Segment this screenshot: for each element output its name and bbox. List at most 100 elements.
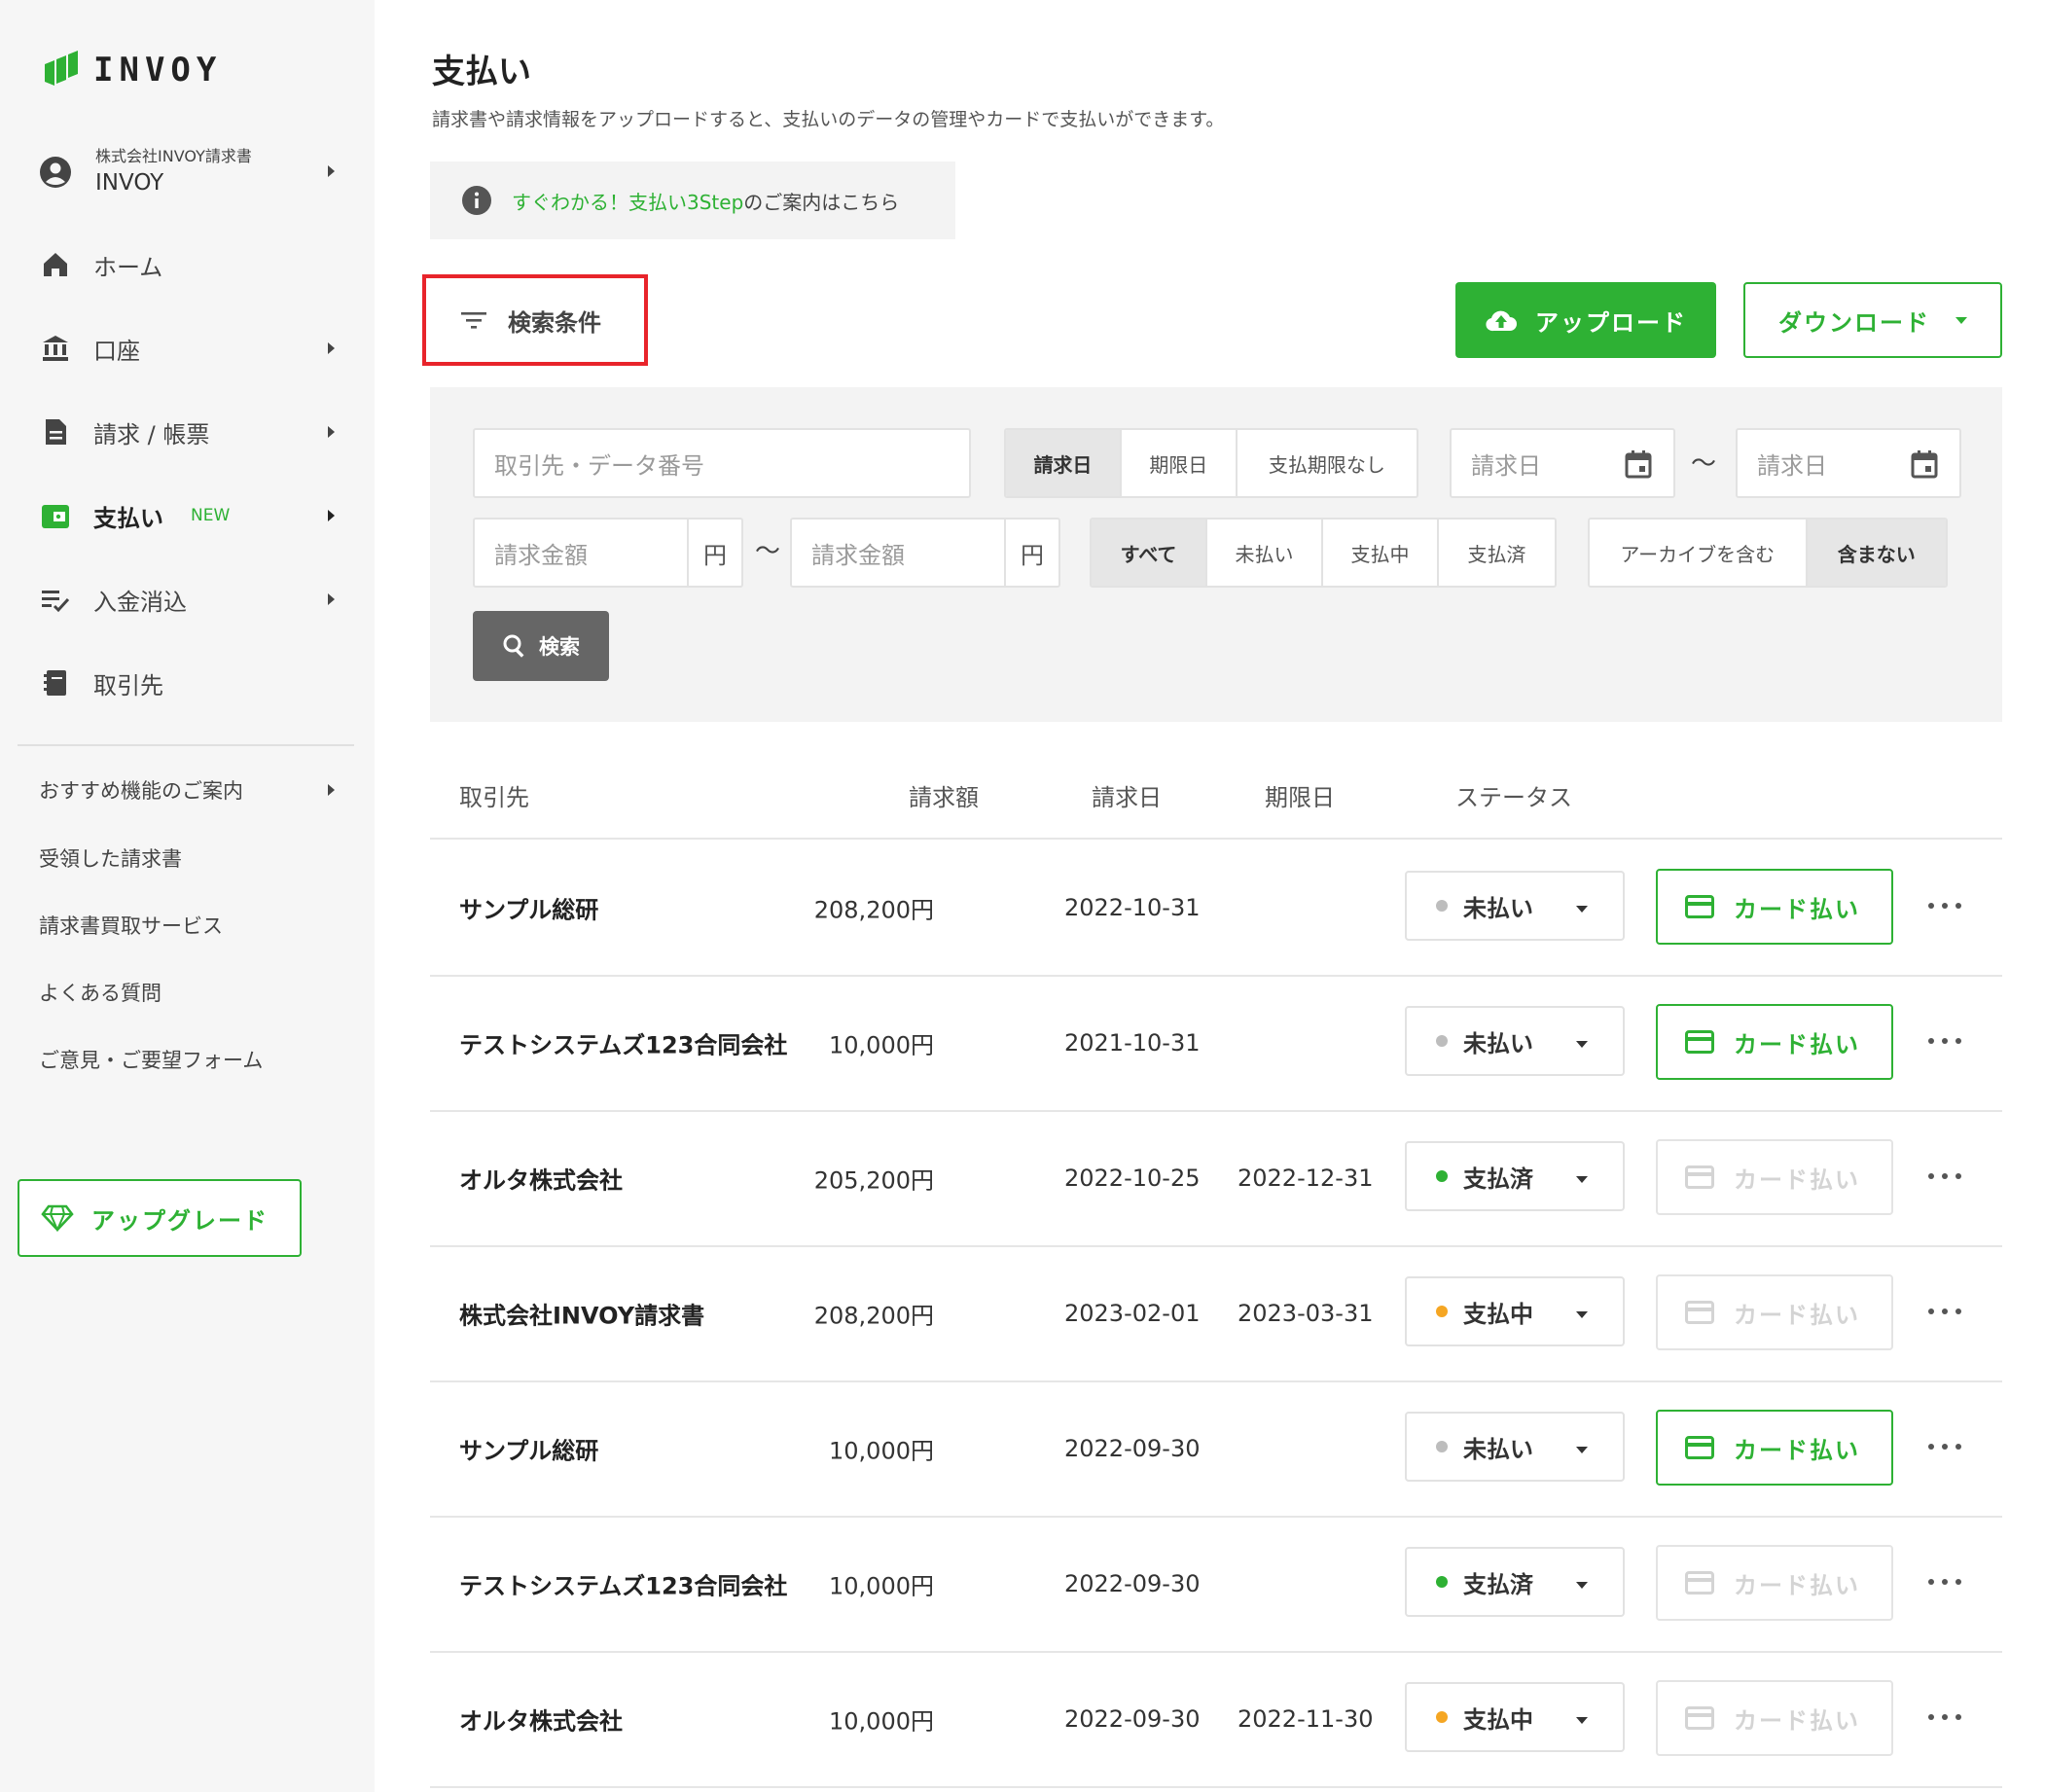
column-header-invoice-date[interactable]: 請求日: [1092, 778, 1162, 812]
upgrade-button[interactable]: アップグレード: [18, 1179, 302, 1257]
status-dropdown[interactable]: 支払中: [1405, 1682, 1625, 1752]
archive-option-include[interactable]: アーカイブを含む: [1590, 520, 1808, 586]
status-dot-icon: [1436, 1711, 1448, 1723]
upload-button[interactable]: アップロード: [1455, 282, 1716, 358]
chevron-down-icon: [1576, 1041, 1588, 1048]
sidebar-item-invoices[interactable]: 請求 / 帳票: [39, 405, 341, 459]
more-options-icon[interactable]: [1928, 1031, 1961, 1051]
filter-toggle-button[interactable]: 検索条件: [422, 274, 648, 366]
sidebar-link-faq[interactable]: よくある質問: [39, 973, 341, 1012]
sidebar-item-accounts[interactable]: 口座: [39, 321, 341, 376]
more-options-icon[interactable]: [1928, 1707, 1961, 1727]
page-title: 支払い: [432, 53, 531, 91]
card-pay-button[interactable]: カード払い: [1656, 869, 1893, 945]
upload-label: アップロード: [1535, 308, 1687, 337]
invoice-amount: 10,000円: [829, 1031, 934, 1058]
download-dropdown-button[interactable]: ダウンロード: [1743, 282, 2002, 358]
sidebar-item-home[interactable]: ホーム: [39, 237, 341, 292]
amount-to-input[interactable]: 請求金額 円: [790, 518, 1060, 588]
status-dropdown[interactable]: 支払済: [1405, 1141, 1625, 1211]
chevron-right-icon: [328, 593, 335, 605]
amount-from-input[interactable]: 請求金額 円: [473, 518, 743, 588]
column-header-due-date[interactable]: 期限日: [1265, 778, 1335, 812]
table-row[interactable]: オルタ株式会社 205,200円 2022-10-25 2022-12-31 支払済 カー…: [430, 1110, 2002, 1245]
chevron-down-icon: [1576, 1311, 1588, 1318]
company-name: 株式会社INVOY請求書: [95, 147, 252, 165]
table-row[interactable]: サンプル総研 208,200円 2022-10-31 未払い カード払い: [430, 840, 2002, 975]
more-options-icon[interactable]: [1928, 896, 1961, 915]
sidebar-item-partners[interactable]: 取引先: [39, 656, 341, 710]
status-option-paid[interactable]: 支払済: [1439, 520, 1555, 586]
status-option-unpaid[interactable]: 未払い: [1207, 520, 1323, 586]
partner-name[interactable]: オルタ株式会社: [459, 1702, 623, 1736]
column-header-partner[interactable]: 取引先: [459, 778, 529, 812]
home-icon: [39, 248, 72, 281]
credit-card-icon: [1685, 1571, 1714, 1595]
new-badge: NEW: [191, 506, 231, 525]
invoice-amount: 10,000円: [829, 1572, 934, 1599]
guide-link[interactable]: すぐわかる！支払い3Step: [512, 187, 743, 215]
guide-link-suffix: のご案内はこちら: [743, 190, 900, 214]
card-pay-button: カード払い: [1656, 1545, 1893, 1621]
table-row[interactable]: サンプル総研 10,000円 2022-09-30 未払い カード払い: [430, 1380, 2002, 1516]
more-options-icon[interactable]: [1928, 1166, 1961, 1186]
sidebar-link-factoring-service[interactable]: 請求書買取サービス: [39, 906, 341, 945]
card-pay-label: カード払い: [1734, 1436, 1860, 1464]
status-label: 未払い: [1463, 894, 1533, 922]
more-options-icon[interactable]: [1928, 1437, 1961, 1456]
sidebar-link-recommended-features[interactable]: おすすめ機能のご案内: [39, 771, 341, 809]
user-name: INVOY: [95, 170, 164, 196]
status-dropdown[interactable]: 支払中: [1405, 1276, 1625, 1346]
status-label: 支払中: [1463, 1300, 1533, 1328]
table-row[interactable]: テストシステムズ123合同会社 10,000円 2022-09-30 支払済 カード払い: [430, 1516, 2002, 1651]
status-dropdown[interactable]: 未払い: [1405, 871, 1625, 941]
credit-card-icon: [1685, 895, 1714, 918]
card-pay-label: カード払い: [1734, 1571, 1860, 1599]
table-row[interactable]: 株式会社INVOY請求書 208,200円 2023-02-01 2023-03-31…: [430, 1245, 2002, 1380]
partner-name[interactable]: サンプル総研: [459, 890, 598, 924]
date-to-input[interactable]: 請求日: [1736, 428, 1961, 498]
status-option-all[interactable]: すべて: [1092, 520, 1207, 586]
more-options-icon[interactable]: [1928, 1302, 1961, 1321]
partner-name[interactable]: 株式会社INVOY請求書: [459, 1296, 704, 1330]
table-row[interactable]: オルタ株式会社 10,000円 2022-09-30 2022-11-30 支払中 カード…: [430, 1651, 2002, 1786]
company-switcher[interactable]: 株式会社INVOY請求書 INVOY: [39, 142, 341, 202]
date-from-input[interactable]: 請求日: [1450, 428, 1675, 498]
chevron-down-icon: [1576, 906, 1588, 913]
partner-name[interactable]: テストシステムズ123合同会社: [459, 1566, 787, 1600]
status-dropdown[interactable]: 未払い: [1405, 1006, 1625, 1076]
column-header-amount[interactable]: 請求額: [909, 778, 979, 812]
archive-option-exclude[interactable]: 含まない: [1807, 520, 1946, 586]
status-dot-icon: [1436, 1170, 1448, 1182]
partner-name[interactable]: テストシステムズ123合同会社: [459, 1025, 787, 1059]
keyword-search-input[interactable]: 取引先・データ番号: [473, 428, 971, 498]
date-type-option-due-date[interactable]: 期限日: [1122, 430, 1238, 496]
search-button[interactable]: 検索: [473, 611, 609, 681]
card-pay-button[interactable]: カード払い: [1656, 1410, 1893, 1486]
sidebar-link-received-invoices[interactable]: 受領した請求書: [39, 839, 341, 878]
status-option-processing[interactable]: 支払中: [1323, 520, 1439, 586]
date-type-option-invoice-date[interactable]: 請求日: [1006, 430, 1122, 496]
invoice-date: 2022-09-30: [1064, 1434, 1201, 1462]
card-pay-button[interactable]: カード払い: [1656, 1004, 1893, 1080]
sidebar-link-feedback-form[interactable]: ご意見・ご要望フォーム: [39, 1040, 341, 1079]
date-type-toggle: 請求日 期限日 支払期限なし: [1004, 428, 1418, 498]
invoice-date: 2023-02-01: [1064, 1299, 1201, 1327]
status-dropdown[interactable]: 未払い: [1405, 1412, 1625, 1482]
sidebar-divider: [18, 744, 354, 746]
invoice-date: 2022-09-30: [1064, 1569, 1201, 1597]
sidebar-link-label: よくある質問: [39, 982, 161, 1005]
partner-name[interactable]: オルタ株式会社: [459, 1161, 623, 1195]
table-row[interactable]: テストシステムズ123合同会社 10,000円 2021-10-31 未払い カード払い: [430, 975, 2002, 1110]
app-logo[interactable]: INVOY: [41, 51, 222, 90]
sidebar-item-payments[interactable]: 支払い NEW: [39, 488, 341, 543]
sidebar-item-reconciliation[interactable]: 入金消込: [39, 572, 341, 627]
invoice-amount: 208,200円: [813, 896, 934, 923]
calendar-icon: [1911, 450, 1938, 479]
partner-name[interactable]: サンプル総研: [459, 1431, 598, 1465]
card-pay-label: カード払い: [1734, 1301, 1860, 1329]
status-dropdown[interactable]: 支払済: [1405, 1547, 1625, 1617]
more-options-icon[interactable]: [1928, 1572, 1961, 1592]
credit-card-icon: [1685, 1706, 1714, 1730]
date-type-option-no-due[interactable]: 支払期限なし: [1238, 430, 1417, 496]
